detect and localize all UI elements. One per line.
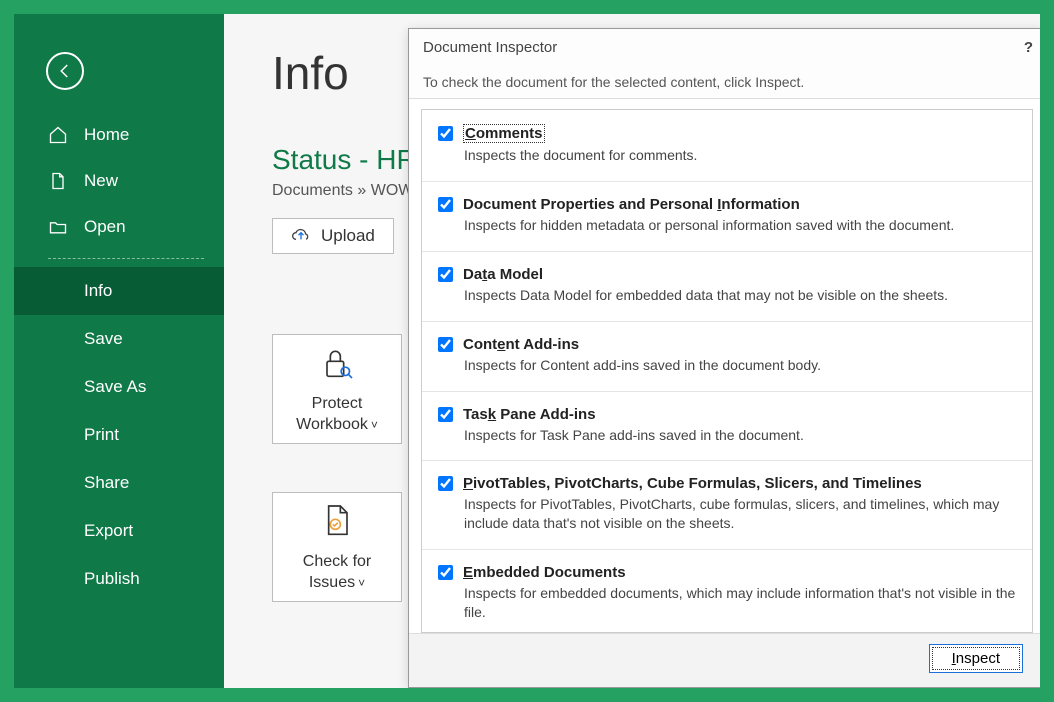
nav-label: Publish [84, 569, 140, 589]
nav-divider [48, 258, 204, 259]
nav-label: Print [84, 425, 119, 445]
nav-info[interactable]: Info [14, 267, 224, 315]
nav-home[interactable]: Home [14, 112, 224, 158]
nav-share[interactable]: Share [14, 459, 224, 507]
inspect-label[interactable]: Content Add-ins [463, 336, 579, 353]
document-icon [48, 171, 70, 191]
dialog-footer: Inspect [409, 633, 1040, 687]
upload-button[interactable]: Upload [272, 218, 394, 254]
nav-label: Save [84, 329, 123, 349]
inspect-checkbox[interactable] [438, 565, 453, 580]
inspect-label[interactable]: Embedded Documents [463, 564, 626, 581]
inspect-label[interactable]: Document Properties and Personal Informa… [463, 196, 800, 213]
protect-workbook-button[interactable]: Protect Workbook˅ [272, 334, 402, 444]
nav-label: Save As [84, 377, 146, 397]
card-label: Protect Workbook˅ [273, 394, 401, 436]
inspect-checkbox[interactable] [438, 476, 453, 491]
nav-label: Info [84, 281, 112, 301]
cloud-upload-icon [291, 226, 311, 246]
dialog-help-button[interactable]: ? [1024, 39, 1033, 56]
inspector-list: Comments Inspects the document for comme… [421, 109, 1033, 633]
inspect-checkbox[interactable] [438, 337, 453, 352]
backstage-sidebar: Home New Open Info Save Save As Print [14, 14, 224, 688]
card-label: Check for Issues˅ [273, 552, 401, 594]
lock-key-icon [317, 343, 357, 388]
document-check-icon [317, 501, 357, 546]
inspect-label[interactable]: Data Model [463, 266, 543, 283]
back-button[interactable] [46, 52, 84, 90]
inspect-checkbox[interactable] [438, 407, 453, 422]
inspect-item-taskpane-addins: Task Pane Add-ins Inspects for Task Pane… [422, 392, 1032, 462]
inspect-item-embedded: Embedded Documents Inspects for embedded… [422, 550, 1032, 633]
upload-label: Upload [321, 226, 375, 246]
inspect-description: Inspects for hidden metadata or personal… [464, 216, 1016, 235]
nav-print[interactable]: Print [14, 411, 224, 459]
nav-label: Home [84, 125, 129, 145]
nav-label: New [84, 171, 118, 191]
inspect-button[interactable]: Inspect [929, 644, 1023, 673]
inspect-item-content-addins: Content Add-ins Inspects for Content add… [422, 322, 1032, 392]
inspect-description: Inspects Data Model for embedded data th… [464, 286, 1016, 305]
nav-save-as[interactable]: Save As [14, 363, 224, 411]
inspect-label[interactable]: Task Pane Add-ins [463, 406, 596, 423]
inspect-label[interactable]: Comments [463, 124, 545, 143]
inspect-label[interactable]: PivotTables, PivotCharts, Cube Formulas,… [463, 475, 922, 492]
dialog-subtitle: To check the document for the selected c… [423, 74, 1033, 90]
nav-export[interactable]: Export [14, 507, 224, 555]
check-issues-button[interactable]: Check for Issues˅ [272, 492, 402, 602]
home-icon [48, 125, 70, 145]
nav-publish[interactable]: Publish [14, 555, 224, 603]
inspect-item-pivot: PivotTables, PivotCharts, Cube Formulas,… [422, 461, 1032, 550]
inspect-checkbox[interactable] [438, 126, 453, 141]
dialog-title-text: Document Inspector [423, 39, 557, 56]
inspect-item-data-model: Data Model Inspects Data Model for embed… [422, 252, 1032, 322]
arrow-left-icon [56, 62, 74, 80]
nav-new[interactable]: New [14, 158, 224, 204]
inspect-description: Inspects for embedded documents, which m… [464, 584, 1016, 622]
inspect-description: Inspects for Task Pane add-ins saved in … [464, 426, 1016, 445]
nav-label: Export [84, 521, 133, 541]
nav-label: Share [84, 473, 129, 493]
nav-open[interactable]: Open [14, 204, 224, 250]
inspect-description: Inspects for PivotTables, PivotCharts, c… [464, 495, 1016, 533]
folder-open-icon [48, 217, 70, 237]
dialog-header: Document Inspector ? To check the docume… [409, 29, 1040, 99]
inspect-description: Inspects for Content add-ins saved in th… [464, 356, 1016, 375]
nav-label: Open [84, 217, 126, 237]
inspect-checkbox[interactable] [438, 267, 453, 282]
inspect-description: Inspects the document for comments. [464, 146, 1016, 165]
nav-save[interactable]: Save [14, 315, 224, 363]
inspect-item-comments: Comments Inspects the document for comme… [422, 110, 1032, 182]
inspect-item-properties: Document Properties and Personal Informa… [422, 182, 1032, 252]
document-inspector-dialog: Document Inspector ? To check the docume… [408, 28, 1040, 688]
inspect-checkbox[interactable] [438, 197, 453, 212]
